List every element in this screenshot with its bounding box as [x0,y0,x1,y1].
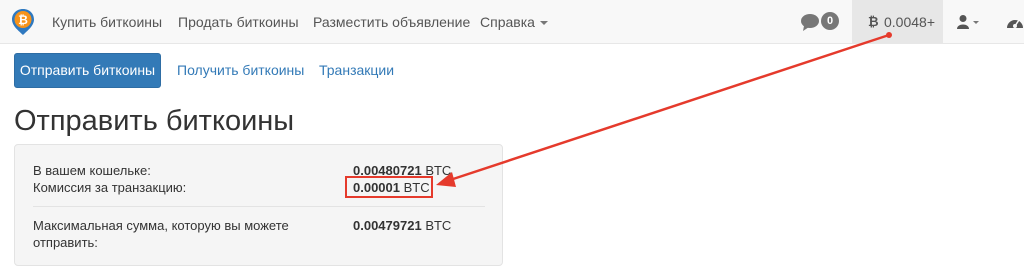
divider [33,206,485,207]
chat-count-badge: 0 [821,12,839,30]
user-menu-icon[interactable] [957,14,981,30]
nav-help-dropdown[interactable]: Справка [480,0,548,44]
max-amount-number: 0.00479721 [353,218,422,233]
max-amount-value: 0.00479721 BTC [353,217,451,234]
chat-icon[interactable] [800,12,820,32]
fee-highlight-box [345,176,433,198]
send-bitcoins-tab[interactable]: Отправить биткоины [14,53,161,88]
nav-help-label: Справка [480,14,535,30]
chevron-down-icon [539,21,548,26]
nav-buy-bitcoins[interactable]: Купить биткоины [52,0,162,44]
wallet-summary-panel: В вашем кошельке: 0.00480721 BTC Комисси… [14,144,503,266]
receive-bitcoins-tab[interactable]: Получить биткоины [177,53,304,88]
page-title: Отправить биткоины [14,105,295,137]
fee-label: Комиссия за транзакцию: [33,180,187,195]
nav-post-ad[interactable]: Разместить объявление [313,0,470,44]
nav-sell-bitcoins[interactable]: Продать биткоины [178,0,299,44]
transactions-tab[interactable]: Транзакции [319,53,394,88]
unit-label: BTC [425,218,452,233]
svg-text:₿: ₿ [18,13,28,27]
top-navbar: ₿ Купить биткоины Продать биткоины Разме… [0,0,1024,44]
max-amount-label-line2: отправить: [33,235,98,250]
bitcoin-icon: ₿ [868,14,879,29]
arrow-line [446,33,890,183]
max-amount-label-line1: Максимальная сумма, которую вы можете [33,218,289,233]
wallet-balance-amount: 0.0048+ [884,14,935,30]
dashboard-icon[interactable] [1006,14,1024,30]
wallet-balance-tab[interactable]: ₿ 0.0048+ [852,0,943,44]
wallet-balance-label: В вашем кошельке: [33,163,151,178]
logo-icon[interactable]: ₿ [10,8,36,36]
